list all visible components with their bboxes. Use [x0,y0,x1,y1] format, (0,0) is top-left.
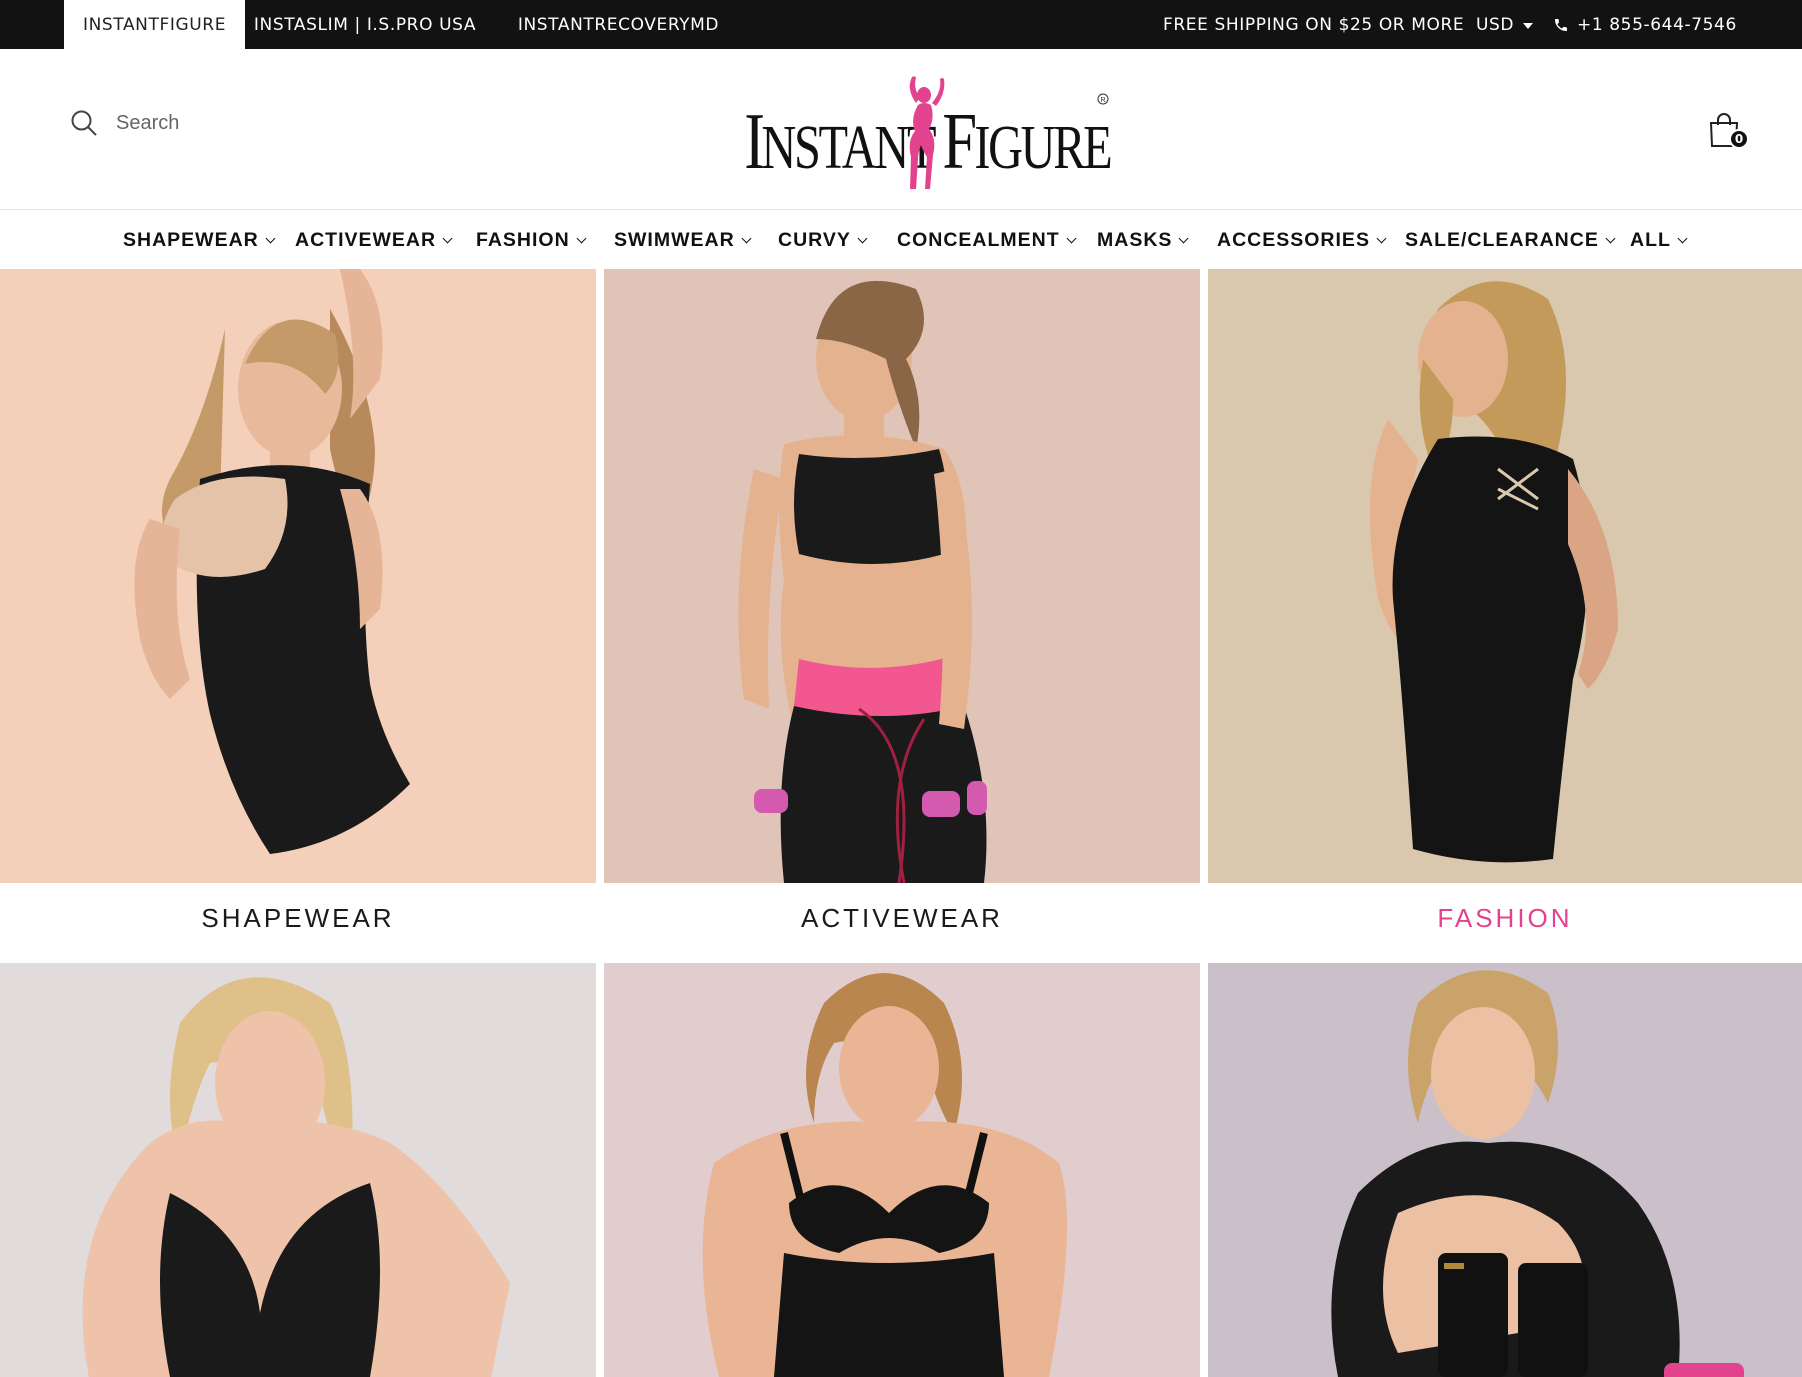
search-input[interactable] [116,111,376,135]
category-tile-curvy[interactable] [604,963,1200,1377]
nav-item-sale-clearance[interactable]: SALE/CLEARANCE [1405,211,1616,269]
category-tile-activewear[interactable] [604,269,1200,883]
model-shapewear-image [0,269,596,883]
search-icon [71,110,97,136]
nav-item-activewear[interactable]: ACTIVEWEAR [295,211,453,269]
category-caption-activewear[interactable]: ACTIVEWEAR [604,883,1200,953]
nav-label: ACCESSORIES [1217,228,1370,251]
main-nav: SHAPEWEAR ACTIVEWEAR FASHION SWIMWEAR CU… [0,211,1802,269]
category-tile-concealment[interactable] [1208,963,1802,1377]
chevron-down-icon [1605,233,1616,243]
model-curvy-image [604,963,1200,1377]
currency-label: USD [1476,14,1515,35]
model-fashion-image [1208,269,1802,883]
chevron-down-icon [857,233,868,243]
currency-selector[interactable]: USD [1476,0,1534,49]
nav-item-masks[interactable]: MASKS [1097,211,1189,269]
svg-text:I: I [744,97,763,186]
nav-label: SHAPEWEAR [123,228,259,251]
search-box[interactable] [70,109,376,137]
category-caption-shapewear[interactable]: SHAPEWEAR [0,883,596,953]
nav-item-curvy[interactable]: CURVY [778,211,868,269]
cart-button[interactable]: 0 [1707,111,1749,153]
site-header: I NSTANT F IGURE R 0 [0,49,1802,210]
store-tab-instantfigure[interactable]: INSTANTFIGURE [64,0,245,49]
chevron-down-icon [741,233,752,243]
nav-label: ACTIVEWEAR [295,228,437,251]
chevron-down-icon [265,233,276,243]
nav-label: FASHION [476,228,570,251]
nav-item-shapewear[interactable]: SHAPEWEAR [123,211,276,269]
nav-label: SALE/CLEARANCE [1405,228,1599,251]
nav-item-swimwear[interactable]: SWIMWEAR [614,211,752,269]
nav-item-accessories[interactable]: ACCESSORIES [1217,211,1387,269]
nav-item-concealment[interactable]: CONCEALMENT [897,211,1077,269]
svg-text:IGURE: IGURE [974,113,1111,182]
nav-item-all[interactable]: ALL [1630,211,1688,269]
svg-text:R: R [1101,97,1106,104]
top-bar: INSTANTFIGURE INSTASLIM | I.S.PRO USA IN… [0,0,1802,49]
category-caption-fashion[interactable]: FASHION [1208,883,1802,953]
chevron-down-icon [1677,233,1688,243]
instantfigure-logo[interactable]: I NSTANT F IGURE R [738,73,1113,193]
model-compression-image [1208,963,1802,1377]
nav-label: ALL [1630,228,1671,251]
cart-count-badge: 0 [1729,129,1749,149]
chevron-down-icon [442,233,453,243]
nav-label: SWIMWEAR [614,228,735,251]
chevron-down-icon [1178,233,1189,243]
store-tab-instaslim[interactable]: INSTASLIM | I.S.PRO USA [245,0,485,49]
phone-number: +1 855-644-7546 [1577,14,1737,35]
category-tile-swimwear[interactable] [0,963,596,1377]
svg-text:F: F [942,97,977,186]
model-activewear-image [604,269,1200,883]
nav-label: CONCEALMENT [897,228,1060,251]
category-tile-fashion[interactable] [1208,269,1802,883]
nav-item-fashion[interactable]: FASHION [476,211,587,269]
caret-down-icon [1523,22,1534,29]
nav-label: CURVY [778,228,851,251]
chat-button[interactable] [1664,1363,1744,1377]
chevron-down-icon [1376,233,1387,243]
chevron-down-icon [576,233,587,243]
phone-link[interactable]: +1 855-644-7546 [1553,0,1737,49]
model-blonde-image [0,963,596,1377]
phone-icon [1555,18,1567,31]
shipping-banner: FREE SHIPPING ON $25 OR MORE [1163,14,1465,35]
nav-label: MASKS [1097,228,1173,251]
chevron-down-icon [1066,233,1077,243]
category-tile-shapewear[interactable] [0,269,596,883]
store-tab-instantrecoverymd[interactable]: INSTANTRECOVERYMD [501,0,736,49]
